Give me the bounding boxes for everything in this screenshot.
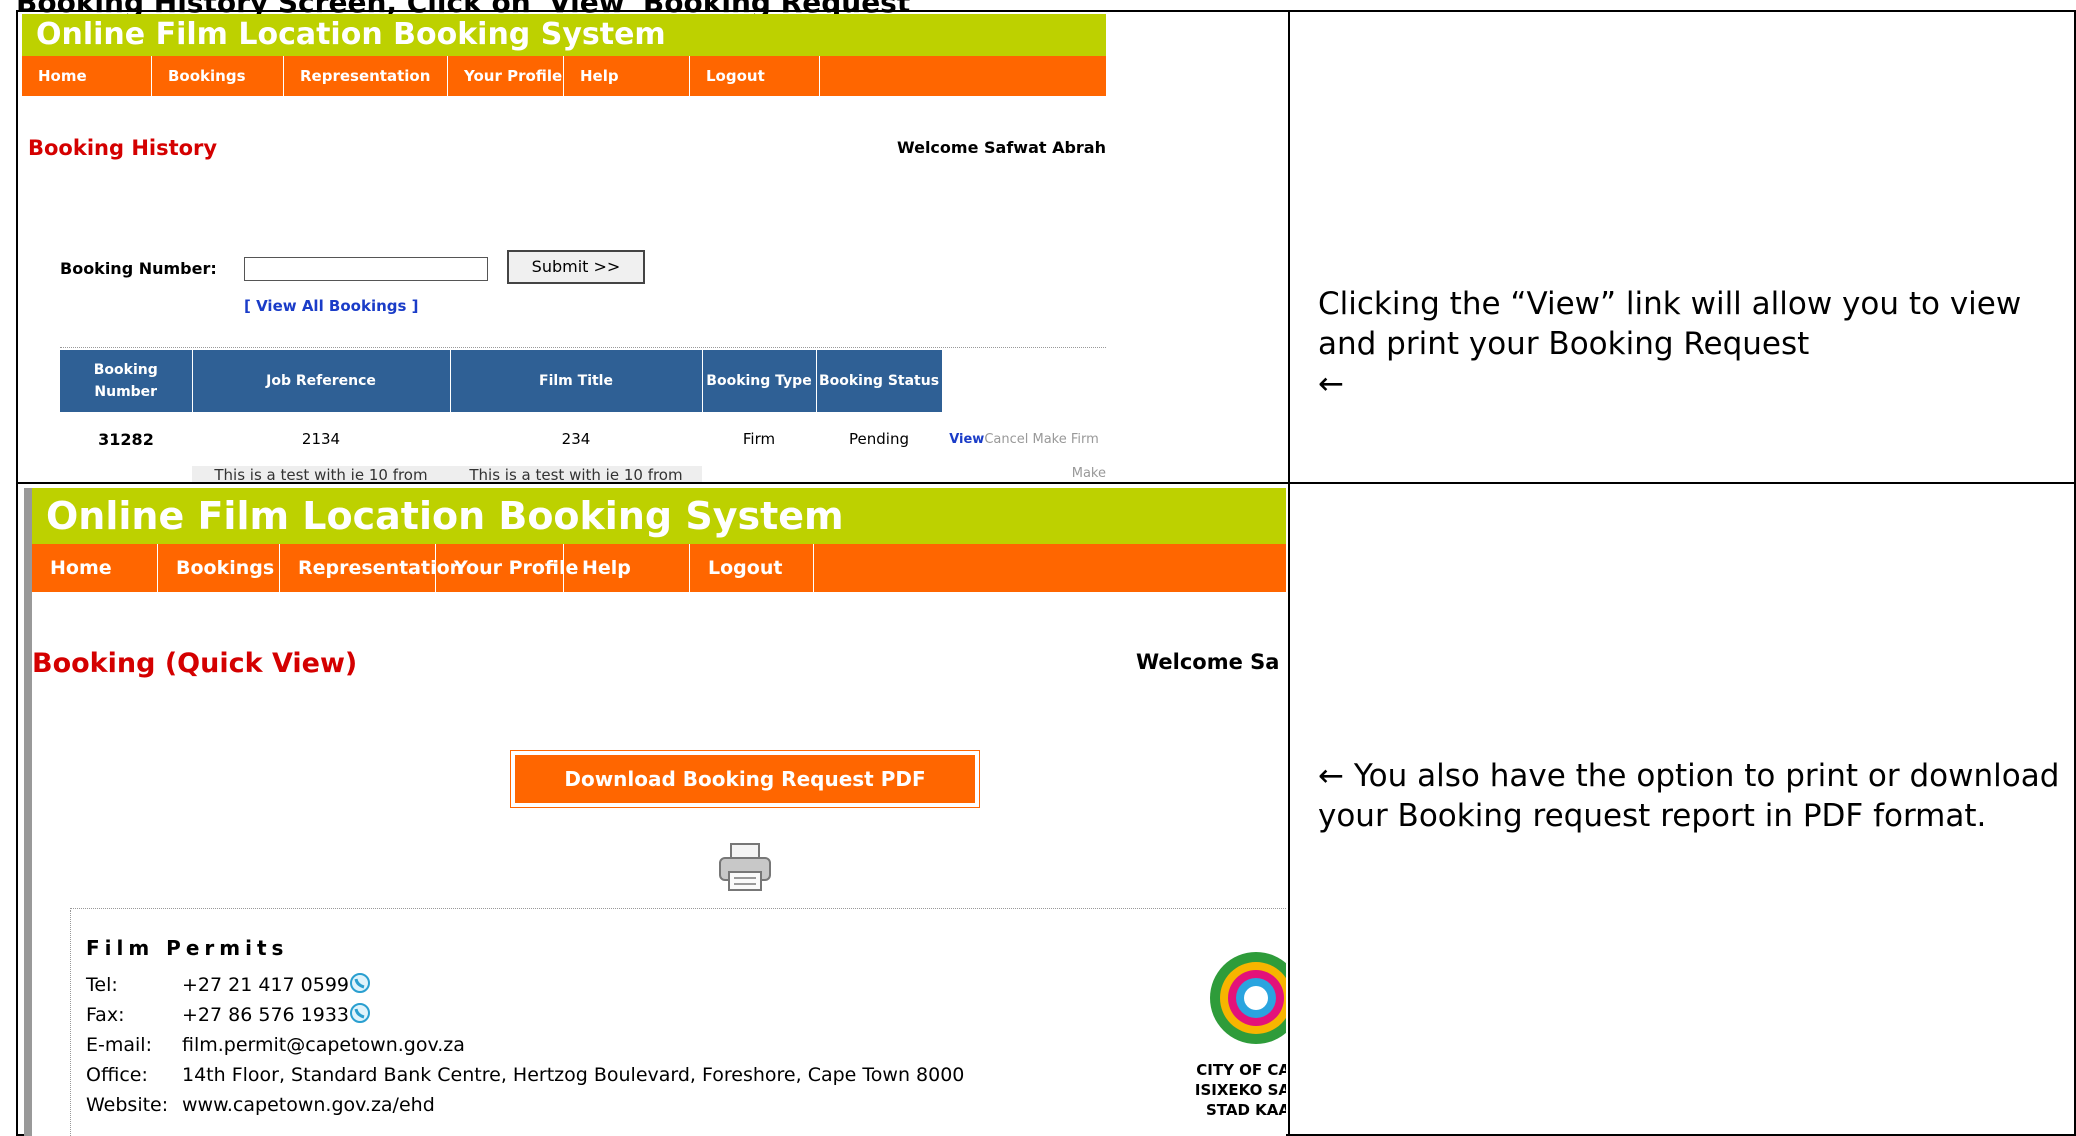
left-arrow-icon: ← — [1318, 758, 1344, 794]
nav-bar: Home Bookings Representation Your Profil… — [32, 544, 1286, 592]
table-cell-note-2: ← You also have the option to print or d… — [1290, 484, 2076, 1136]
office-label: Office: — [86, 1064, 148, 1086]
cell-actions: ViewCancel Make Firm — [942, 412, 1106, 466]
header-actions — [942, 350, 1106, 412]
contact-tel-row: Tel: +27 21 417 0599 — [86, 970, 371, 1000]
dotted-divider — [60, 347, 1106, 348]
page-title: Booking (Quick View) — [32, 648, 358, 679]
cell-film-title: 234 — [561, 430, 591, 448]
booking-number-input[interactable] — [244, 257, 488, 281]
phone-icon[interactable] — [349, 1002, 371, 1024]
table-cell-note-1: Clicking the “View” link will allow you … — [1290, 12, 2076, 482]
contact-email-row: E-mail: film.permit@capetown.gov.za — [86, 1030, 465, 1060]
booking-history-screenshot: Online Film Location Booking System Home… — [22, 14, 1106, 482]
make-firm-link[interactable]: Make — [942, 466, 1106, 482]
contact-fax-row: Fax: +27 86 576 1933 — [86, 1000, 371, 1030]
contact-office-row: Office: 14th Floor, Standard Bank Centre,… — [86, 1060, 964, 1090]
cell-booking-type: Firm — [742, 430, 776, 448]
table-cell-screenshot-1: Online Film Location Booking System Home… — [18, 12, 1286, 482]
left-arrow-icon: ← — [1318, 366, 1344, 402]
table-row: This is a test with ie 10 from This is a… — [60, 466, 1106, 482]
nav-help[interactable]: Help — [564, 56, 690, 96]
city-line-1: CITY OF CA — [1196, 1061, 1286, 1079]
header-booking-type: Booking Type — [702, 350, 817, 412]
header-booking-status: Booking Status — [816, 350, 943, 412]
app-title-bar: Online Film Location Booking System — [22, 14, 1106, 56]
city-line-2: ISIXEKO SA — [1194, 1081, 1286, 1099]
nav-your-profile[interactable]: Your Profile — [448, 56, 564, 96]
tel-value: +27 21 417 0599 — [182, 974, 350, 996]
nav-bookings[interactable]: Bookings — [152, 56, 284, 96]
nav-home[interactable]: Home — [22, 56, 152, 96]
website-label: Website: — [86, 1094, 169, 1116]
phone-icon[interactable] — [349, 972, 371, 994]
booking-quick-view-screenshot: Online Film Location Booking System Home… — [24, 488, 1286, 1136]
cell-job-reference: 2134 — [301, 430, 341, 448]
nav-representation[interactable]: Representation — [284, 56, 448, 96]
city-line-3: STAD KAA — [1206, 1101, 1286, 1119]
cell-booking-status — [816, 466, 942, 482]
city-logo-icon — [1210, 952, 1286, 1044]
nav-logout[interactable]: Logout — [690, 544, 814, 592]
email-value[interactable]: film.permit@capetown.gov.za — [182, 1034, 465, 1056]
table-row: 31282 2134 234 Firm Pending ViewCancel M… — [60, 412, 1106, 466]
note-2-text: You also have the option to print or dow… — [1318, 758, 2060, 834]
table-header-row: Booking Number Job Reference Film Title … — [60, 350, 1106, 412]
table-cell-screenshot-2: Online Film Location Booking System Home… — [18, 484, 1286, 1136]
view-all-bookings-link[interactable]: [ View All Bookings ] — [244, 297, 419, 315]
submit-button[interactable]: Submit >> — [507, 250, 645, 284]
download-pdf-button[interactable]: Download Booking Request PDF — [515, 755, 975, 803]
app-title-bar: Online Film Location Booking System — [32, 488, 1286, 544]
tel-label: Tel: — [86, 974, 118, 996]
cell-booking-number — [60, 466, 192, 482]
welcome-text: Welcome Safwat Abrah — [897, 138, 1106, 157]
welcome-text: Welcome Sa — [1136, 650, 1280, 674]
bookings-table: Booking Number Job Reference Film Title … — [60, 350, 1106, 482]
view-link[interactable]: View — [949, 432, 984, 447]
nav-your-profile[interactable]: Your Profile — [436, 544, 578, 592]
office-value: 14th Floor, Standard Bank Centre, Hertzo… — [182, 1064, 965, 1086]
website-value[interactable]: www.capetown.gov.za/ehd — [182, 1094, 435, 1116]
header-film-title: Film Title — [450, 350, 703, 412]
cell-film-title: This is a test with ie 10 from — [450, 466, 702, 482]
make-firm-link[interactable]: Make Firm — [1033, 432, 1099, 447]
note-download-pdf: ← You also have the option to print or d… — [1318, 756, 2076, 836]
download-pdf-frame: Download Booking Request PDF — [510, 750, 980, 808]
nav-bar: Home Bookings Representation Your Profil… — [22, 56, 1106, 96]
nav-home[interactable]: Home — [32, 544, 158, 592]
header-booking-number: Booking Number — [60, 350, 193, 412]
booking-number-label: Booking Number: — [60, 259, 217, 278]
fax-label: Fax: — [86, 1004, 125, 1026]
note-1-text: Clicking the “View” link will allow you … — [1318, 286, 2022, 362]
cell-booking-status: Pending — [849, 430, 909, 448]
cell-booking-number: 31282 — [98, 429, 154, 449]
nav-help[interactable]: Help — [564, 544, 690, 592]
fax-value: +27 86 576 1933 — [182, 1004, 350, 1026]
cell-booking-type — [702, 466, 816, 482]
page-title: Booking History — [28, 136, 218, 160]
nav-bookings[interactable]: Bookings — [158, 544, 280, 592]
cancel-link[interactable]: Cancel — [984, 432, 1028, 447]
email-label: E-mail: — [86, 1034, 152, 1056]
dotted-divider — [70, 908, 1286, 909]
city-name-lines: CITY OF CA ISIXEKO SA STAD KAA — [1132, 1060, 1286, 1120]
printer-icon[interactable] — [716, 840, 774, 894]
contact-website-row: Website: www.capetown.gov.za/ehd — [86, 1090, 435, 1120]
cell-job-reference: This is a test with ie 10 from — [192, 466, 450, 482]
header-job-reference: Job Reference — [192, 350, 451, 412]
nav-logout[interactable]: Logout — [690, 56, 820, 96]
nav-representation[interactable]: Representation — [280, 544, 463, 592]
note-view-link: Clicking the “View” link will allow you … — [1318, 284, 2058, 404]
org-name: Film Permits — [86, 936, 289, 960]
document-table: Online Film Location Booking System Home… — [16, 10, 2076, 1136]
